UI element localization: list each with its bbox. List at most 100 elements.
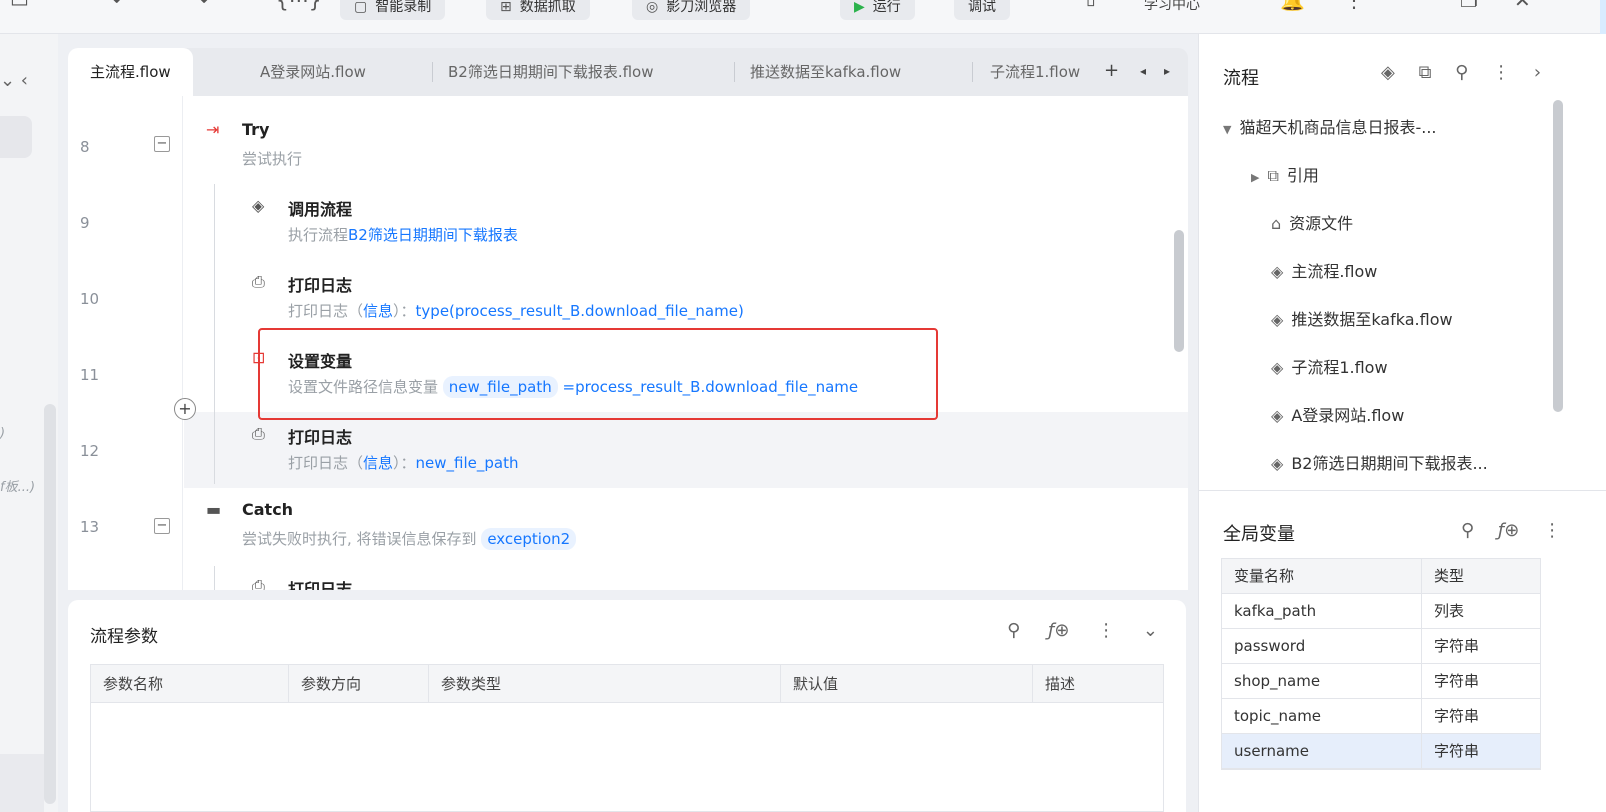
params-table-header: 参数名称 参数方向 参数类型 默认值 描述: [91, 665, 1163, 703]
layers-icon: ◈: [1271, 310, 1284, 329]
tree-item-flow[interactable]: ◈ 子流程1.flow: [1271, 354, 1388, 378]
run-button[interactable]: ▶ 运行: [840, 0, 915, 20]
column-header[interactable]: 变量名称: [1222, 559, 1422, 594]
line-number: 13: [80, 518, 100, 536]
table-row[interactable]: kafka_path 列表: [1222, 594, 1540, 629]
shadowbot-browser-button[interactable]: ◎ 影刀浏览器: [632, 0, 751, 20]
search-icon[interactable]: ⚲: [1007, 620, 1020, 641]
column-header[interactable]: 参数类型: [429, 665, 781, 703]
line-number: 9: [80, 214, 90, 232]
top-toolbar: ▭ ↶ ↷ {⋯} ▢智能录制 ⊞数据抓取 ◎影刀浏览器 ▶运行 调试 ▯ 学习…: [0, 0, 1606, 34]
line-number: 11: [80, 366, 100, 384]
layers-icon: ◈: [252, 196, 265, 215]
params-title: 流程参数: [90, 627, 158, 647]
fold-toggle[interactable]: −: [154, 518, 170, 534]
flow-panel-toolbar: ◈ ⧉ ⚲ ⋮ ›: [1381, 62, 1559, 83]
printer-icon: ⎙: [252, 272, 265, 291]
params-toolbar: ⚲ ƒ⊕ ⋮ ⌄: [985, 620, 1158, 641]
reference-icon: ⧉: [1267, 166, 1279, 185]
learning-center-link[interactable]: 学习中心: [1144, 0, 1200, 14]
layers-icon: ◈: [1271, 358, 1284, 377]
column-header[interactable]: 类型: [1422, 559, 1540, 594]
tab-subflow-1[interactable]: 子流程1.flow: [972, 48, 1098, 96]
insert-step-icon[interactable]: +: [174, 398, 196, 420]
tree-item-flow[interactable]: ◈ B2筛选日期期间下载报表...: [1271, 450, 1488, 474]
layers-icon: ◈: [1271, 406, 1284, 425]
more-icon[interactable]: ⋮: [1097, 620, 1115, 641]
more-icon[interactable]: ⋮: [1543, 520, 1561, 541]
more-icon[interactable]: ⋮: [1344, 0, 1364, 12]
add-variable-icon[interactable]: ƒ⊕: [1498, 520, 1519, 541]
tree-item-reference[interactable]: ▶ ⧉ 引用: [1251, 162, 1319, 186]
table-row[interactable]: shop_name 字符串: [1222, 664, 1540, 699]
tab-push-kafka[interactable]: 推送数据至kafka.flow: [728, 48, 923, 96]
search-icon[interactable]: ⚲: [1455, 62, 1468, 83]
printer-icon: ⎙: [252, 424, 265, 443]
flow-tabs: 主流程.flow A登录网站.flow B2筛选日期期间下载报表.flow 推送…: [68, 48, 1188, 96]
line-number: 8: [80, 138, 90, 156]
column-header[interactable]: 参数方向: [289, 665, 429, 703]
bell-icon[interactable]: 🔔: [1280, 0, 1305, 12]
flow-params-panel: 流程参数 ⚲ ƒ⊕ ⋮ ⌄ 参数名称 参数方向 参数类型 默认值 描述: [68, 600, 1186, 812]
tab-next-icon[interactable]: ▸: [1164, 64, 1170, 78]
close-icon[interactable]: ✕: [1514, 0, 1531, 12]
left-text-fragment: ): [0, 426, 6, 441]
search-icon[interactable]: ⚲: [1461, 520, 1474, 541]
left-text-fragment: f板...): [0, 480, 36, 495]
play-icon: ▶: [854, 0, 865, 15]
editor-scrollbar[interactable]: [1174, 230, 1184, 352]
debug-button[interactable]: 调试: [954, 0, 1010, 20]
left-selected-item[interactable]: [0, 116, 32, 158]
chevron-right-icon[interactable]: ›: [1534, 62, 1541, 83]
add-flow-icon[interactable]: ◈: [1381, 62, 1395, 83]
fold-toggle[interactable]: −: [154, 136, 170, 152]
tab-main-flow[interactable]: 主流程.flow: [68, 48, 193, 96]
caret-down-icon: ▼: [1223, 123, 1232, 136]
gutter-divider: [182, 96, 183, 590]
params-table: 参数名称 参数方向 参数类型 默认值 描述: [90, 664, 1164, 812]
column-header[interactable]: 描述: [1033, 665, 1163, 703]
tab-b2-download[interactable]: B2筛选日期期间下载报表.flow: [426, 48, 676, 96]
global-vars-header: 变量名称 类型: [1222, 559, 1540, 594]
collapse-left-icon[interactable]: ⌄ ‹: [0, 70, 28, 91]
tree-item-flow[interactable]: ◈ 推送数据至kafka.flow: [1271, 306, 1453, 330]
highlight-box: [258, 328, 938, 420]
add-resource-icon[interactable]: ⧉: [1419, 62, 1432, 83]
column-header[interactable]: 默认值: [781, 665, 1033, 703]
phone-icon[interactable]: ▯: [1086, 0, 1096, 9]
tab-a-login[interactable]: A登录网站.flow: [238, 48, 388, 96]
more-icon[interactable]: ⋮: [1492, 62, 1510, 83]
catch-icon: ▬: [206, 500, 222, 519]
table-row[interactable]: password 字符串: [1222, 629, 1540, 664]
left-panel: ⌄ ‹ ) f板...): [0, 34, 58, 812]
undo-icon[interactable]: ↶: [112, 0, 129, 12]
save-icon[interactable]: ▭: [10, 0, 29, 12]
catch-block-line: [214, 566, 215, 590]
global-vars-title: 全局变量: [1223, 524, 1295, 545]
tree-scrollbar[interactable]: [1553, 100, 1563, 412]
left-scrollbar[interactable]: [44, 404, 56, 804]
line-number: 12: [80, 442, 100, 460]
add-tab-icon[interactable]: +: [1104, 60, 1119, 81]
tree-item-flow[interactable]: ◈ A登录网站.flow: [1271, 402, 1404, 426]
flow-panel-title: 流程: [1223, 68, 1259, 89]
caret-right-icon: ▶: [1251, 171, 1260, 184]
tab-prev-icon[interactable]: ◂: [1140, 64, 1146, 78]
right-panel: 流程 ◈ ⧉ ⚲ ⋮ › ▼ 猫超天机商品信息日报表-... ▶ ⧉ 引用 ⌂ 资源文件…: [1198, 34, 1606, 812]
restore-window-icon[interactable]: ❐: [1460, 0, 1478, 12]
tree-item-flow[interactable]: ◈ 主流程.flow: [1271, 258, 1377, 282]
data-scrape-button[interactable]: ⊞ 数据抓取: [486, 0, 590, 20]
folder-icon: ⌂: [1271, 214, 1282, 233]
tree-item-resources[interactable]: ⌂ 资源文件: [1271, 210, 1353, 234]
add-variable-icon[interactable]: ƒ⊕: [1048, 620, 1069, 641]
flow-editor: 8 − 9 10 11 12 13 − + ⇥ Try 尝试执行 ◈ 调用流程 …: [68, 96, 1188, 590]
chevron-down-icon[interactable]: ⌄: [1143, 620, 1158, 641]
smart-record-button[interactable]: ▢ 智能录制: [340, 0, 446, 20]
tree-root[interactable]: ▼ 猫超天机商品信息日报表-...: [1223, 114, 1437, 138]
divider: [1199, 490, 1606, 491]
table-row[interactable]: topic_name 字符串: [1222, 699, 1540, 734]
code-icon[interactable]: {⋯}: [276, 0, 321, 12]
column-header[interactable]: 参数名称: [91, 665, 289, 703]
redo-icon[interactable]: ↷: [192, 0, 209, 12]
table-row[interactable]: username 字符串: [1222, 734, 1540, 769]
